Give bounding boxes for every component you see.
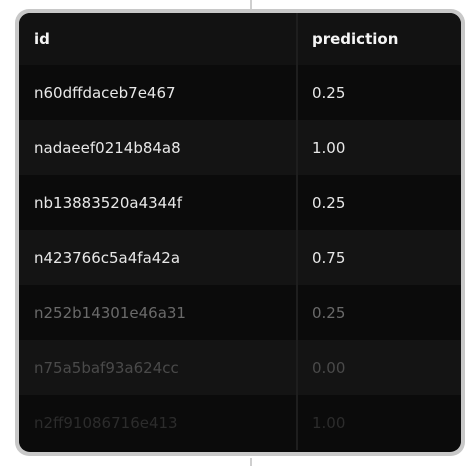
prediction-cell: 0.75	[296, 230, 461, 285]
top-divider-tick	[250, 0, 252, 9]
table-row: n423766c5a4fa42a 0.75	[19, 230, 461, 285]
table-frame: id prediction n60dffdaceb7e467 0.25 nada…	[15, 9, 465, 456]
page: id prediction n60dffdaceb7e467 0.25 nada…	[0, 0, 476, 466]
prediction-cell: 0.00	[296, 340, 461, 395]
id-cell: n2ff91086716e413	[34, 413, 178, 432]
table-row: nadaeef0214b84a8 1.00	[19, 120, 461, 175]
column-header-id: id	[34, 30, 50, 48]
id-cell: nb13883520a4344f	[34, 193, 183, 212]
id-cell: nadaeef0214b84a8	[34, 138, 181, 157]
prediction-table: id prediction n60dffdaceb7e467 0.25 nada…	[19, 13, 461, 450]
column-header-prediction: prediction	[296, 13, 461, 65]
table-row: nb13883520a4344f 0.25	[19, 175, 461, 230]
prediction-cell: 1.00	[296, 395, 461, 450]
table-row: n2ff91086716e413 1.00	[19, 395, 461, 450]
table-panel: id prediction n60dffdaceb7e467 0.25 nada…	[19, 13, 461, 452]
table-header-row: id prediction	[19, 13, 461, 65]
bottom-divider-tick	[250, 458, 252, 466]
id-cell: n60dffdaceb7e467	[34, 83, 176, 102]
table-row: n75a5baf93a624cc 0.00	[19, 340, 461, 395]
prediction-cell: 0.25	[296, 175, 461, 230]
table-row: n60dffdaceb7e467 0.25	[19, 65, 461, 120]
id-cell: n423766c5a4fa42a	[34, 248, 181, 267]
id-cell: n252b14301e46a31	[34, 303, 186, 322]
prediction-cell: 1.00	[296, 120, 461, 175]
table-row: n252b14301e46a31 0.25	[19, 285, 461, 340]
prediction-cell: 0.25	[296, 65, 461, 120]
id-cell: n75a5baf93a624cc	[34, 358, 179, 377]
prediction-cell: 0.25	[296, 285, 461, 340]
